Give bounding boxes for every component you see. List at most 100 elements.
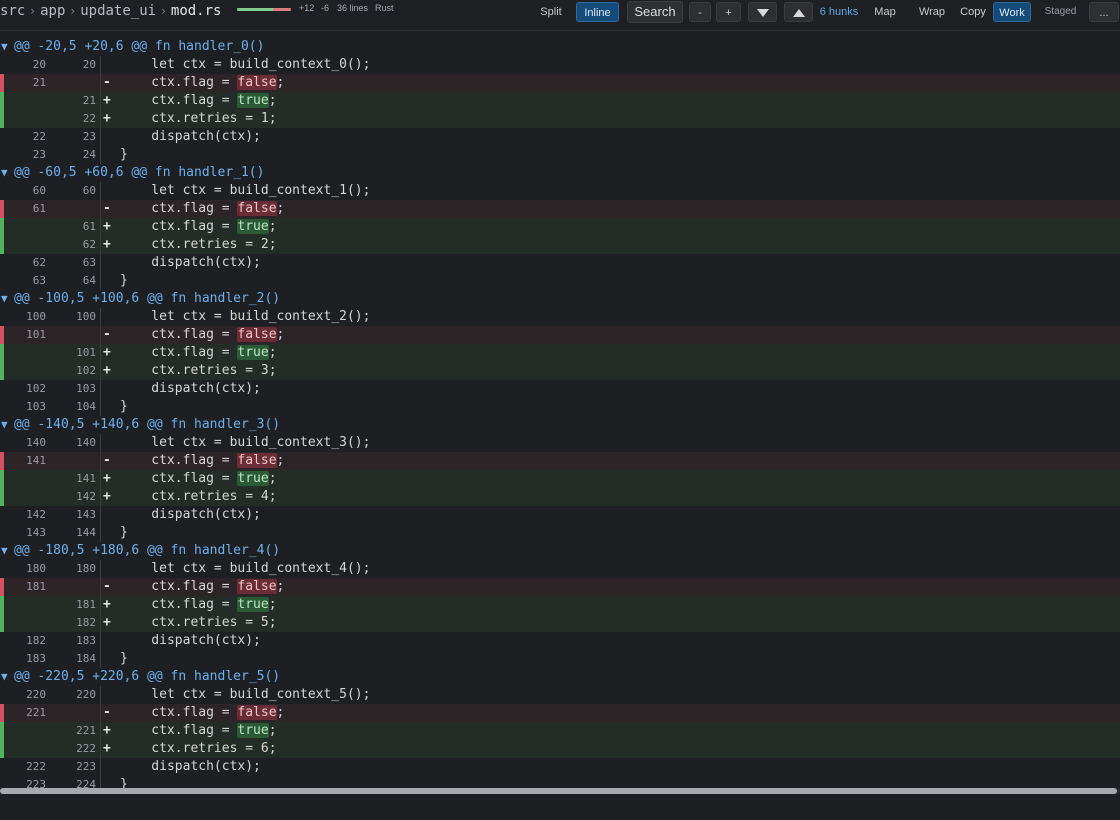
collapse-triangle-icon[interactable]: ▼ bbox=[0, 668, 14, 686]
hunk-header[interactable]: ▼ @@ -60,5 +60,6 @@ fn handler_1() bbox=[0, 164, 1120, 182]
hunk-header[interactable]: ▼ @@ -220,5 +220,6 @@ fn handler_5() bbox=[0, 668, 1120, 686]
gutter-divider bbox=[100, 740, 101, 758]
collapse-triangle-icon[interactable]: ▼ bbox=[0, 542, 14, 560]
diff-sign: + bbox=[103, 489, 111, 504]
breadcrumb-separator: › bbox=[161, 4, 166, 18]
expand-button[interactable]: + bbox=[716, 2, 741, 22]
diff-sign: + bbox=[103, 219, 111, 234]
diff-line-added: 182 + ctx.retries = 5; bbox=[0, 614, 1120, 632]
old-line-number: 141 bbox=[26, 454, 46, 467]
diff-line-removed: 61 - ctx.flag = false; bbox=[0, 200, 1120, 218]
diff-sign: - bbox=[103, 327, 111, 342]
old-line-number: 63 bbox=[32, 274, 46, 287]
scrollbar-thumb[interactable] bbox=[0, 788, 1117, 794]
breadcrumb-segment[interactable]: src bbox=[0, 3, 25, 19]
new-line-number: 223 bbox=[76, 760, 96, 773]
gutter-divider bbox=[100, 128, 101, 146]
code-text: ctx.retries = 6; bbox=[120, 741, 277, 756]
next-hunk-button[interactable] bbox=[748, 2, 777, 22]
old-line-number bbox=[16, 722, 46, 740]
old-line-number bbox=[16, 488, 46, 506]
diff-line-context: 140 140 let ctx = build_context_3(); bbox=[0, 434, 1120, 452]
old-line-number: 23 bbox=[32, 148, 46, 161]
diff-sign: - bbox=[103, 75, 111, 90]
code-text: dispatch(ctx); bbox=[120, 633, 261, 648]
diff-line-removed: 21 - ctx.flag = false; bbox=[0, 74, 1120, 92]
hunk-header[interactable]: ▼ @@ -20,5 +20,6 @@ fn handler_0() bbox=[0, 38, 1120, 56]
diff-line-context: 222 223 dispatch(ctx); bbox=[0, 758, 1120, 776]
new-line-number: 22 bbox=[82, 112, 96, 125]
collapse-triangle-icon[interactable]: ▼ bbox=[0, 416, 14, 434]
search-button[interactable]: Search bbox=[627, 1, 683, 23]
gutter-divider bbox=[100, 650, 101, 668]
diff-sign: + bbox=[103, 93, 111, 108]
hunk-header[interactable]: ▼ @@ -140,5 +140,6 @@ fn handler_3() bbox=[0, 416, 1120, 434]
inline-view-button[interactable]: Inline bbox=[576, 2, 619, 22]
gutter-divider bbox=[100, 362, 101, 380]
diff-sign: + bbox=[103, 597, 111, 612]
old-line-number: 22 bbox=[32, 130, 46, 143]
gutter-divider bbox=[100, 596, 101, 614]
change-marker bbox=[0, 308, 4, 326]
new-line-number: 222 bbox=[76, 742, 96, 755]
code-segment: ; bbox=[268, 597, 277, 612]
change-marker bbox=[0, 632, 4, 650]
new-line-number: 104 bbox=[76, 400, 96, 413]
change-marker bbox=[0, 326, 4, 344]
code-segment: ; bbox=[268, 345, 277, 360]
old-line-number: 100 bbox=[26, 310, 46, 323]
hunk-header[interactable]: ▼ @@ -180,5 +180,6 @@ fn handler_4() bbox=[0, 542, 1120, 560]
diff-line-removed: 181 - ctx.flag = false; bbox=[0, 578, 1120, 596]
code-text: dispatch(ctx); bbox=[120, 381, 261, 396]
breadcrumb-segment[interactable]: app bbox=[40, 3, 65, 19]
work-tree-button[interactable]: Work bbox=[993, 2, 1031, 22]
diff-line-context: 62 63 dispatch(ctx); bbox=[0, 254, 1120, 272]
diff-line-removed: 141 - ctx.flag = false; bbox=[0, 452, 1120, 470]
staged-button[interactable]: Staged bbox=[1042, 2, 1079, 22]
new-line-number: 60 bbox=[82, 184, 96, 197]
gutter-divider bbox=[100, 488, 101, 506]
horizontal-scrollbar[interactable] bbox=[0, 788, 1120, 794]
gutter-divider bbox=[100, 182, 101, 200]
code-text: ctx.flag = true; bbox=[120, 218, 277, 236]
new-line-number: 100 bbox=[76, 310, 96, 323]
collapse-triangle-icon[interactable]: ▼ bbox=[0, 164, 14, 182]
code-text: ctx.flag = false; bbox=[120, 200, 284, 218]
collapse-button[interactable]: - bbox=[689, 2, 711, 22]
collapse-triangle-icon[interactable]: ▼ bbox=[0, 290, 14, 308]
diff-sign: + bbox=[103, 363, 111, 378]
breadcrumb-segment[interactable]: update_ui bbox=[80, 3, 156, 19]
change-marker bbox=[0, 74, 4, 92]
map-button[interactable]: Map bbox=[870, 2, 900, 22]
copy-button[interactable]: Copy bbox=[957, 2, 989, 22]
changed-token-highlight: true bbox=[237, 93, 269, 108]
more-options-button[interactable]: ... bbox=[1089, 2, 1119, 22]
wrap-button[interactable]: Wrap bbox=[915, 2, 949, 22]
code-segment: ; bbox=[276, 579, 285, 594]
new-line-number: 142 bbox=[76, 490, 96, 503]
code-text: dispatch(ctx); bbox=[120, 129, 261, 144]
hunk-count[interactable]: 6 hunks bbox=[818, 2, 860, 22]
change-marker bbox=[0, 398, 4, 416]
code-text: dispatch(ctx); bbox=[120, 507, 261, 522]
change-marker bbox=[0, 722, 4, 740]
gutter-divider bbox=[100, 218, 101, 236]
code-segment: ; bbox=[268, 219, 277, 234]
diff-sign: + bbox=[103, 615, 111, 630]
diff-sign: + bbox=[103, 471, 111, 486]
change-marker bbox=[0, 686, 4, 704]
new-line-number bbox=[66, 200, 96, 218]
code-text: } bbox=[120, 525, 128, 540]
hunk-header[interactable]: ▼ @@ -100,5 +100,6 @@ fn handler_2() bbox=[0, 290, 1120, 308]
previous-hunk-button[interactable] bbox=[784, 2, 813, 22]
code-text: ctx.retries = 5; bbox=[120, 615, 277, 630]
gutter-divider bbox=[100, 452, 101, 470]
language-label: Rust bbox=[375, 3, 394, 13]
diff-line-context: 63 64} bbox=[0, 272, 1120, 290]
hunk-header-text: @@ -220,5 +220,6 @@ fn handler_5() bbox=[14, 669, 281, 684]
collapse-triangle-icon[interactable]: ▼ bbox=[0, 38, 14, 56]
new-line-number: 23 bbox=[82, 130, 96, 143]
diff-line-context: 142 143 dispatch(ctx); bbox=[0, 506, 1120, 524]
split-view-button[interactable]: Split bbox=[534, 2, 568, 22]
hunk-header-text: @@ -140,5 +140,6 @@ fn handler_3() bbox=[14, 417, 281, 432]
